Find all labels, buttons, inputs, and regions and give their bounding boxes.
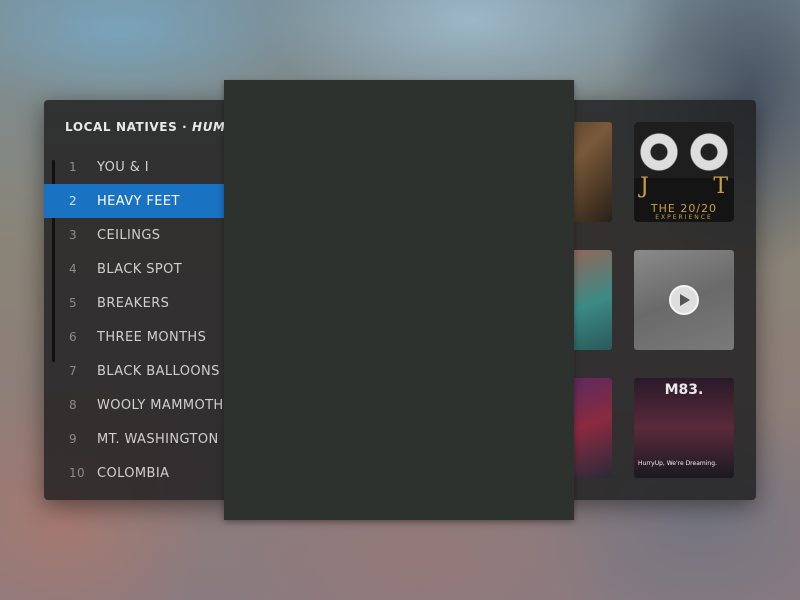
track-title: COLOMBIA xyxy=(97,465,170,481)
track-row-10[interactable]: 10 COLOMBIA xyxy=(44,456,234,490)
play-icon xyxy=(680,294,690,306)
overlay-sheet xyxy=(224,80,574,520)
m83-artist: M83. xyxy=(664,382,704,398)
track-row-1[interactable]: 1 YOU & I xyxy=(44,150,234,184)
track-number: 3 xyxy=(69,228,78,242)
track-number: 7 xyxy=(69,364,78,378)
track-row-5[interactable]: 5 BREAKERS xyxy=(44,286,234,320)
track-row-6[interactable]: 6 THREE MONTHS xyxy=(44,320,234,354)
track-title: BLACK BALLOONS xyxy=(97,363,220,379)
header-separator: · xyxy=(177,120,193,134)
track-number: 5 xyxy=(69,296,78,310)
track-row-2-selected[interactable]: 2 HEAVY FEET xyxy=(44,184,234,218)
track-row-3[interactable]: 3 CEILINGS xyxy=(44,218,234,252)
jt-letters: J T xyxy=(640,174,728,199)
jt-cover-art xyxy=(634,122,734,178)
jt-letter-left: J xyxy=(640,174,649,199)
album-cover-m83[interactable]: M83. HurryUp, We're Dreaming. xyxy=(634,378,734,478)
track-number: 2 xyxy=(69,194,78,208)
track-title: HEAVY FEET xyxy=(97,193,180,209)
track-title: BLACK SPOT xyxy=(97,261,183,277)
track-title: WOOLY MAMMOTH xyxy=(97,397,224,413)
play-button[interactable] xyxy=(669,285,699,315)
track-number: 1 xyxy=(69,160,78,174)
track-number: 8 xyxy=(69,398,78,412)
tracklist: 1 YOU & I 2 HEAVY FEET 3 CEILINGS 4 BLAC… xyxy=(44,150,234,490)
jt-letter-right: T xyxy=(713,174,728,199)
track-row-9[interactable]: 9 MT. WASHINGTON xyxy=(44,422,234,456)
track-row-4[interactable]: 4 BLACK SPOT xyxy=(44,252,234,286)
artist-name: LOCAL NATIVES xyxy=(65,120,178,134)
track-number: 10 xyxy=(69,466,86,480)
track-number: 6 xyxy=(69,330,78,344)
album-cover-jt[interactable]: J T THE 20/20 EXPERIENCE xyxy=(634,122,734,222)
album-cover-4[interactable] xyxy=(634,250,734,350)
track-row-8[interactable]: 8 WOOLY MAMMOTH xyxy=(44,388,234,422)
track-title: MT. WASHINGTON xyxy=(97,431,219,447)
track-number: 4 xyxy=(69,262,78,276)
track-title: YOU & I xyxy=(97,159,150,175)
track-row-7[interactable]: 7 BLACK BALLOONS xyxy=(44,354,234,388)
now-playing-header: LOCAL NATIVES · HUMMI xyxy=(65,120,243,138)
m83-album-title: HurryUp, We're Dreaming. xyxy=(638,460,717,467)
track-title: CEILINGS xyxy=(97,227,161,243)
track-title: BREAKERS xyxy=(97,295,170,311)
track-title: THREE MONTHS xyxy=(97,329,207,345)
track-number: 9 xyxy=(69,432,78,446)
jt-album-subtitle: EXPERIENCE xyxy=(655,214,713,221)
